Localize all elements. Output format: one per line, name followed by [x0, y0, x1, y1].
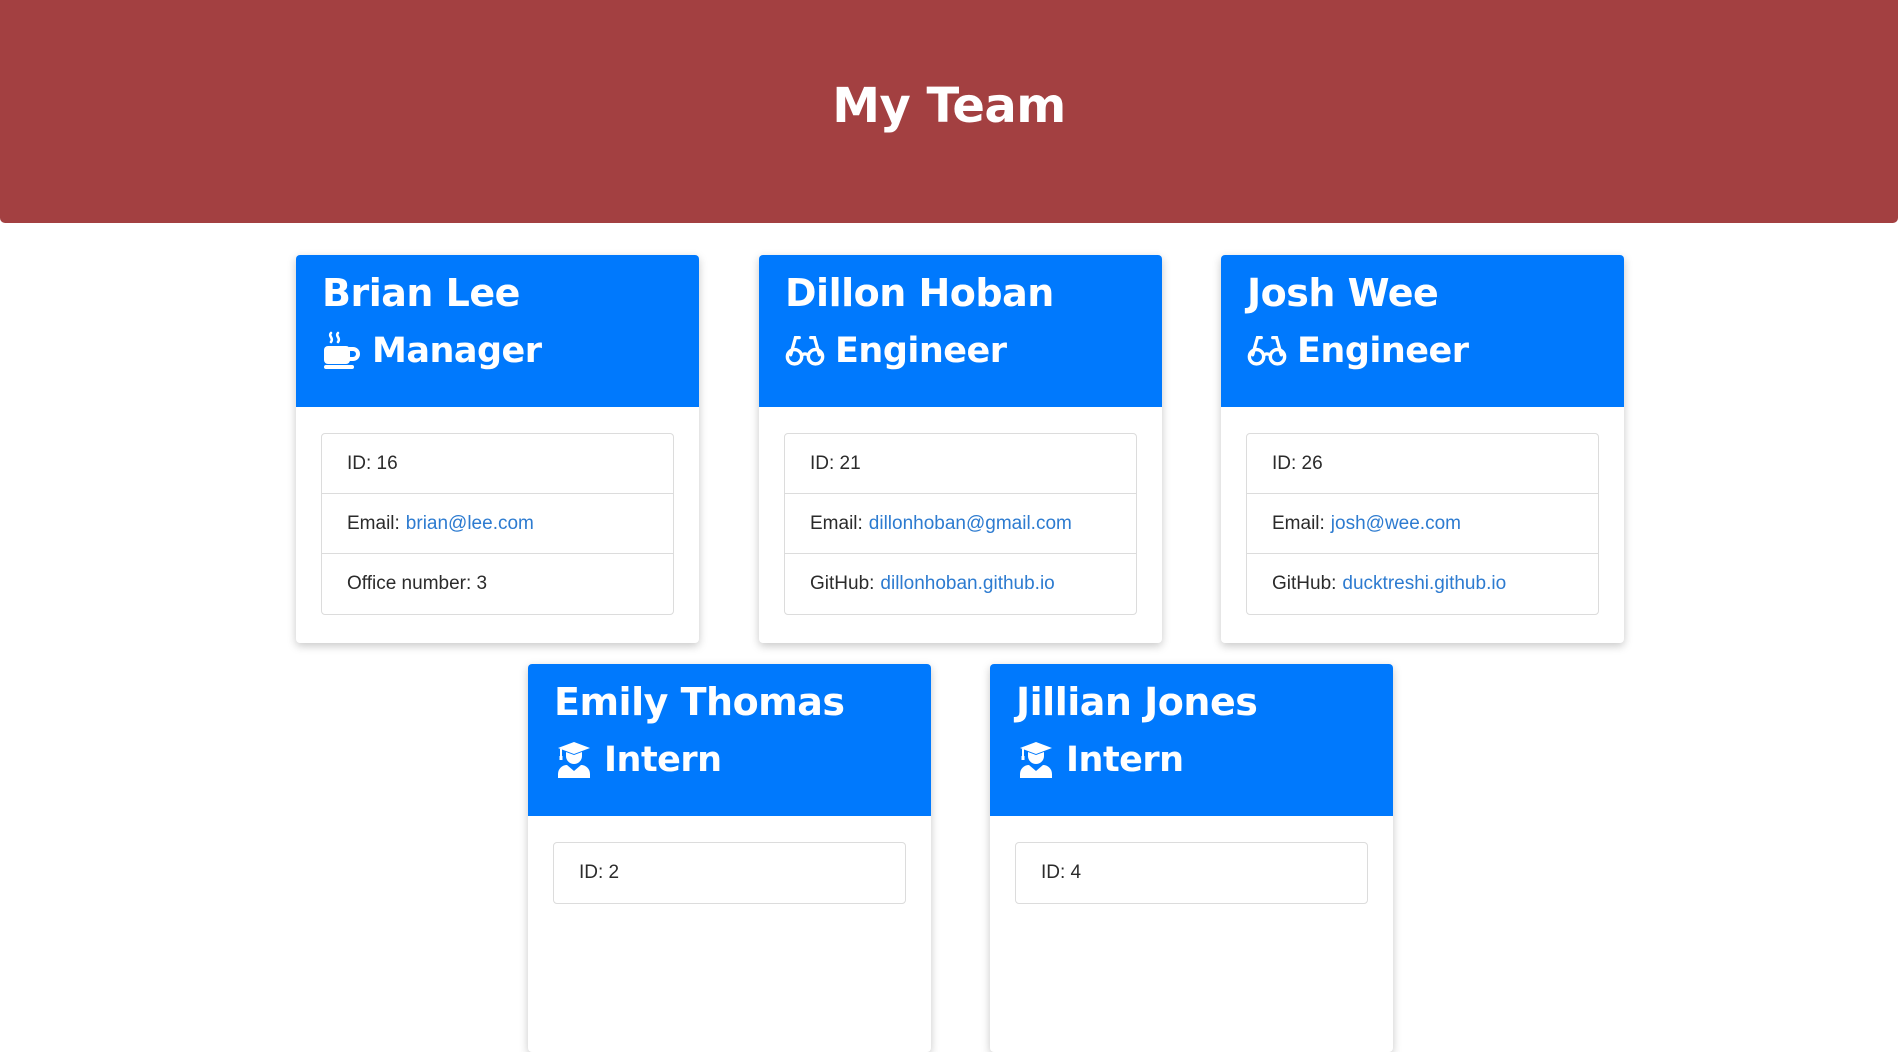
id-item: ID: 2: [579, 862, 620, 883]
role-label: Engineer: [1297, 330, 1469, 371]
card-body: ID: 26 Email: josh@wee.com GitHub: duckt…: [1221, 407, 1624, 641]
employee-card: Brian Lee Manager ID: 16 Email: brian@le…: [296, 255, 699, 643]
employee-name: Brian Lee: [322, 271, 520, 315]
email-label: Email:: [347, 512, 400, 534]
role-label: Intern: [604, 739, 722, 780]
employee-role: Manager: [322, 331, 673, 371]
info-list: ID: 26 Email: josh@wee.com GitHub: duckt…: [1246, 433, 1599, 615]
employee-card: Emily Thomas Intern ID: 2: [528, 664, 931, 1052]
employee-card: Dillon Hoban Engineer ID: 21 Email: dill…: [759, 255, 1162, 643]
card-body: ID: 4: [990, 816, 1393, 930]
office-number-item: Office number: 3: [347, 573, 488, 594]
role-label: Engineer: [835, 330, 1007, 371]
card-body: ID: 21 Email: dillonhoban@gmail.com GitH…: [759, 407, 1162, 641]
github-link[interactable]: ducktreshi.github.io: [1342, 573, 1506, 595]
page-title: My Team: [832, 77, 1066, 134]
card-header: Josh Wee Engineer: [1221, 255, 1624, 407]
email-item: Email: brian@lee.com: [322, 494, 673, 554]
id-item: ID: 4: [1041, 862, 1082, 883]
glasses-icon: [785, 331, 825, 371]
graduate-icon: [554, 740, 594, 780]
employee-role: Engineer: [785, 331, 1136, 371]
github-label: GitHub:: [1272, 573, 1337, 594]
info-list: ID: 4: [1015, 842, 1368, 904]
glasses-icon: [1247, 331, 1287, 371]
graduate-icon: [1016, 740, 1056, 780]
github-item: GitHub: dillonhoban.github.io: [785, 554, 1136, 614]
email-item: Email: dillonhoban@gmail.com: [785, 494, 1136, 554]
info-list: ID: 16 Email: brian@lee.com Office numbe…: [321, 433, 674, 615]
email-link[interactable]: dillonhoban@gmail.com: [869, 513, 1072, 535]
card-header: Brian Lee Manager: [296, 255, 699, 407]
employee-name: Emily Thomas: [554, 680, 845, 724]
card-header: Jillian Jones Intern: [990, 664, 1393, 816]
github-label: GitHub:: [810, 573, 875, 594]
card-body: ID: 2: [528, 816, 931, 930]
page-header: My Team: [0, 0, 1898, 223]
email-label: Email:: [810, 512, 863, 534]
card-body: ID: 16 Email: brian@lee.com Office numbe…: [296, 407, 699, 641]
role-label: Intern: [1066, 739, 1184, 780]
card-header: Emily Thomas Intern: [528, 664, 931, 816]
coffee-icon: [322, 331, 362, 371]
github-link[interactable]: dillonhoban.github.io: [880, 573, 1054, 595]
employee-name: Jillian Jones: [1016, 680, 1258, 724]
role-label: Manager: [372, 330, 542, 371]
employee-card: Jillian Jones Intern ID: 4: [990, 664, 1393, 1052]
info-list: ID: 2: [553, 842, 906, 904]
card-header: Dillon Hoban Engineer: [759, 255, 1162, 407]
email-label: Email:: [1272, 512, 1325, 534]
id-item: ID: 16: [322, 434, 673, 494]
employee-role: Engineer: [1247, 331, 1598, 371]
id-item: ID: 21: [785, 434, 1136, 494]
employee-role: Intern: [1016, 740, 1367, 780]
github-item: GitHub: ducktreshi.github.io: [1247, 554, 1598, 614]
email-link[interactable]: brian@lee.com: [406, 513, 534, 535]
id-item: ID: 26: [1247, 434, 1598, 494]
info-list: ID: 21 Email: dillonhoban@gmail.com GitH…: [784, 433, 1137, 615]
employee-card: Josh Wee Engineer ID: 26 Email: josh@wee…: [1221, 255, 1624, 643]
email-link[interactable]: josh@wee.com: [1331, 513, 1461, 535]
email-item: Email: josh@wee.com: [1247, 494, 1598, 554]
employee-name: Dillon Hoban: [785, 271, 1054, 315]
employee-role: Intern: [554, 740, 905, 780]
employee-name: Josh Wee: [1247, 271, 1439, 315]
